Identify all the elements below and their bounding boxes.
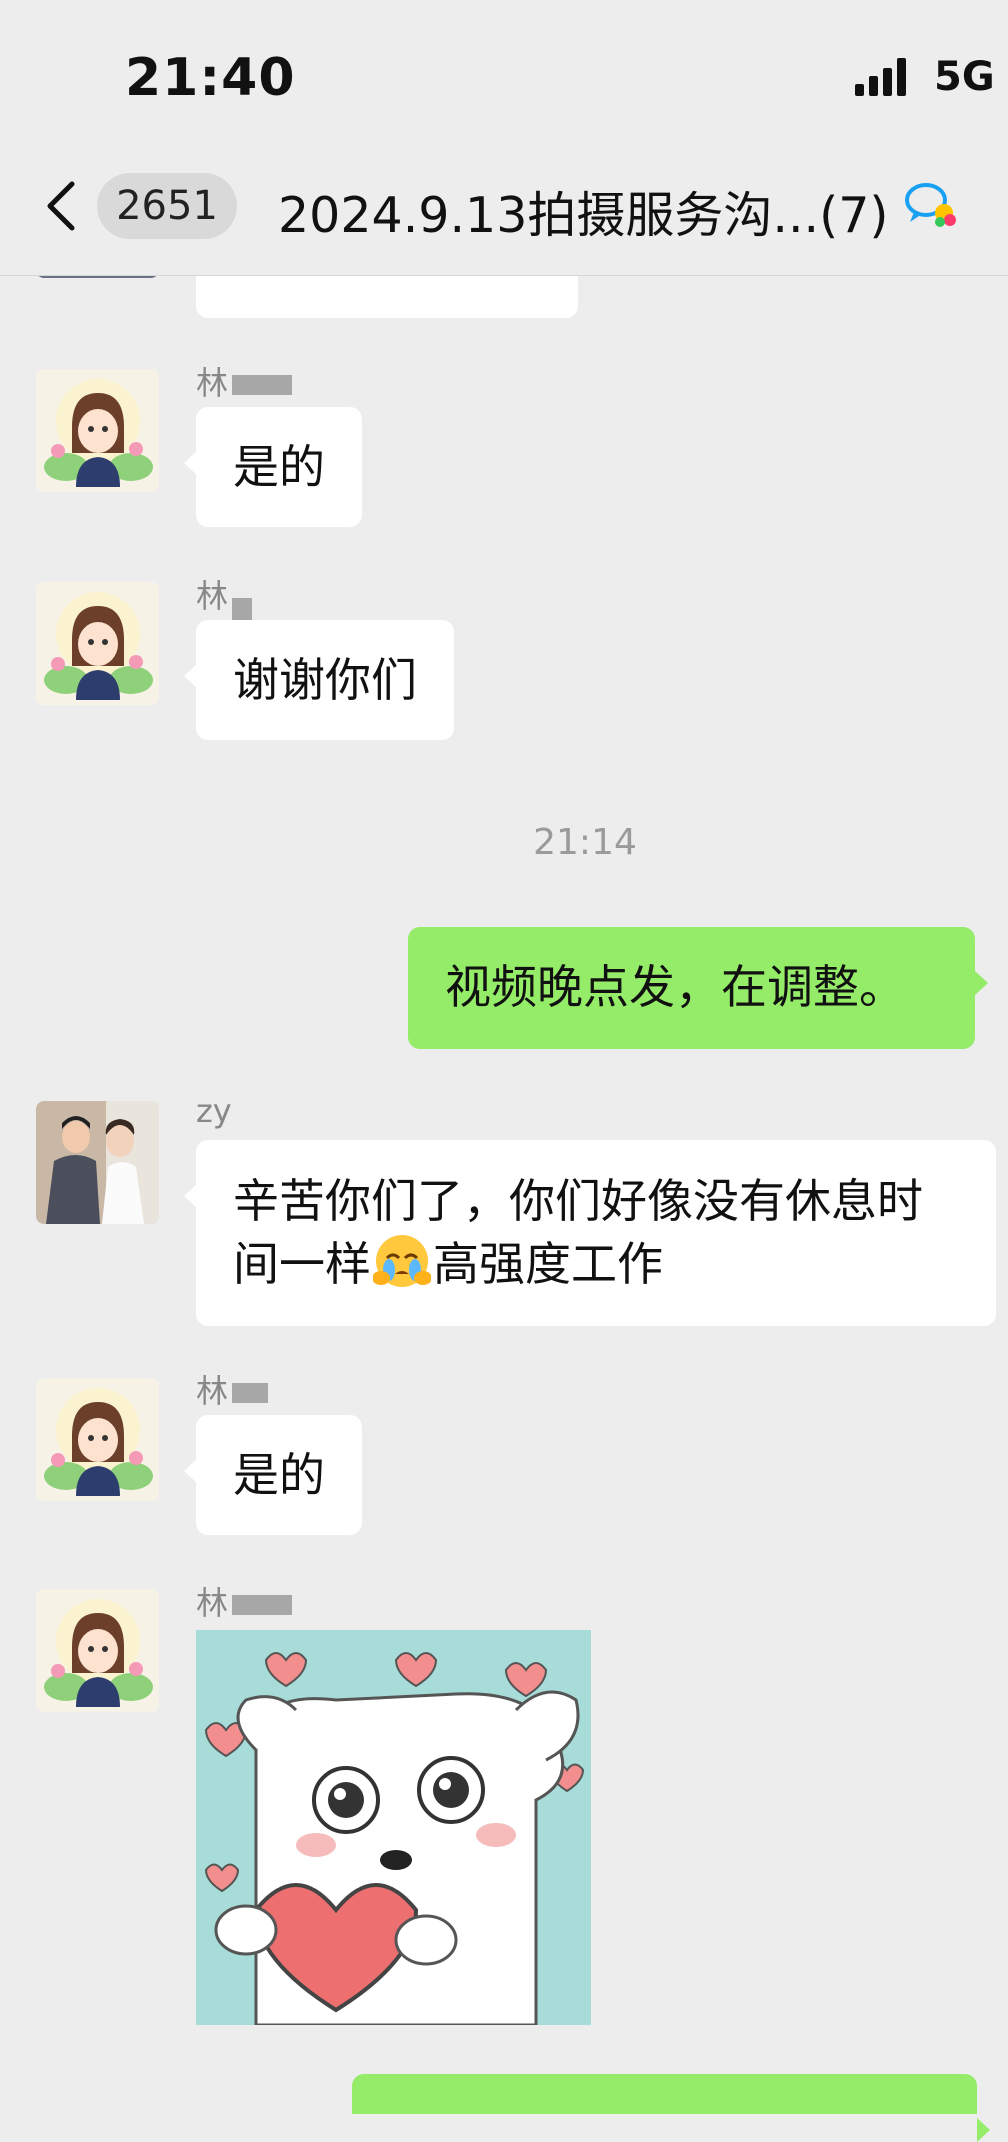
sender-name: 林 [196, 1578, 293, 1624]
top-bar: 21:40 5G 2651 2024.9.13拍摄服务沟...(7) [0, 0, 1008, 276]
sender-name: 林 [196, 571, 253, 622]
avatar[interactable] [36, 369, 159, 492]
face-holding-back-tears-emoji [372, 1235, 432, 1287]
chat-bubbles-icon[interactable] [904, 180, 960, 232]
message-bubble-self[interactable]: 视频晚点发，在调整。 [408, 927, 988, 1049]
redacted-name-block [232, 375, 293, 395]
message-text-continued: 高强度工作 [433, 1237, 663, 1291]
message-bubble[interactable]: 谢谢你们 [184, 620, 454, 740]
message-text: 谢谢你们 [233, 653, 417, 707]
status-time: 21:40 [125, 48, 296, 108]
chat-title: 2024.9.13拍摄服务沟...(7) [278, 187, 889, 244]
redacted-name-block [232, 1383, 269, 1403]
dog-hugging-heart-sticker[interactable] [196, 1630, 591, 2025]
redacted-name-block [232, 1595, 293, 1615]
back-chevron-icon[interactable] [42, 180, 82, 232]
message-bubble[interactable]: 辛苦你们了，你们好像没有休息时间一样 高强度工作 [184, 1140, 996, 1326]
message-text: 是的 [233, 440, 325, 494]
network-label: 5G [934, 54, 995, 100]
message-text: 视频晚点发，在调整。 [445, 960, 905, 1014]
unread-count-badge[interactable]: 2651 [97, 173, 237, 239]
message-bubble[interactable]: 是的 [184, 1415, 362, 1535]
sender-name: zy [196, 1092, 232, 1130]
avatar[interactable] [36, 582, 159, 705]
avatar-zy[interactable] [36, 1101, 159, 1224]
redacted-name-block [232, 598, 253, 622]
avatar[interactable] [36, 1378, 159, 1501]
sender-name: 林 [196, 358, 293, 404]
message-bubble-self-partial[interactable] [352, 2074, 990, 2142]
signal-icon [855, 58, 906, 96]
sender-name: 林 [196, 1366, 269, 1412]
avatar[interactable] [36, 1589, 159, 1712]
message-bubble[interactable]: 是的 [184, 407, 362, 527]
chat-timestamp: 21:14 [533, 822, 637, 863]
message-text: 是的 [233, 1448, 325, 1502]
